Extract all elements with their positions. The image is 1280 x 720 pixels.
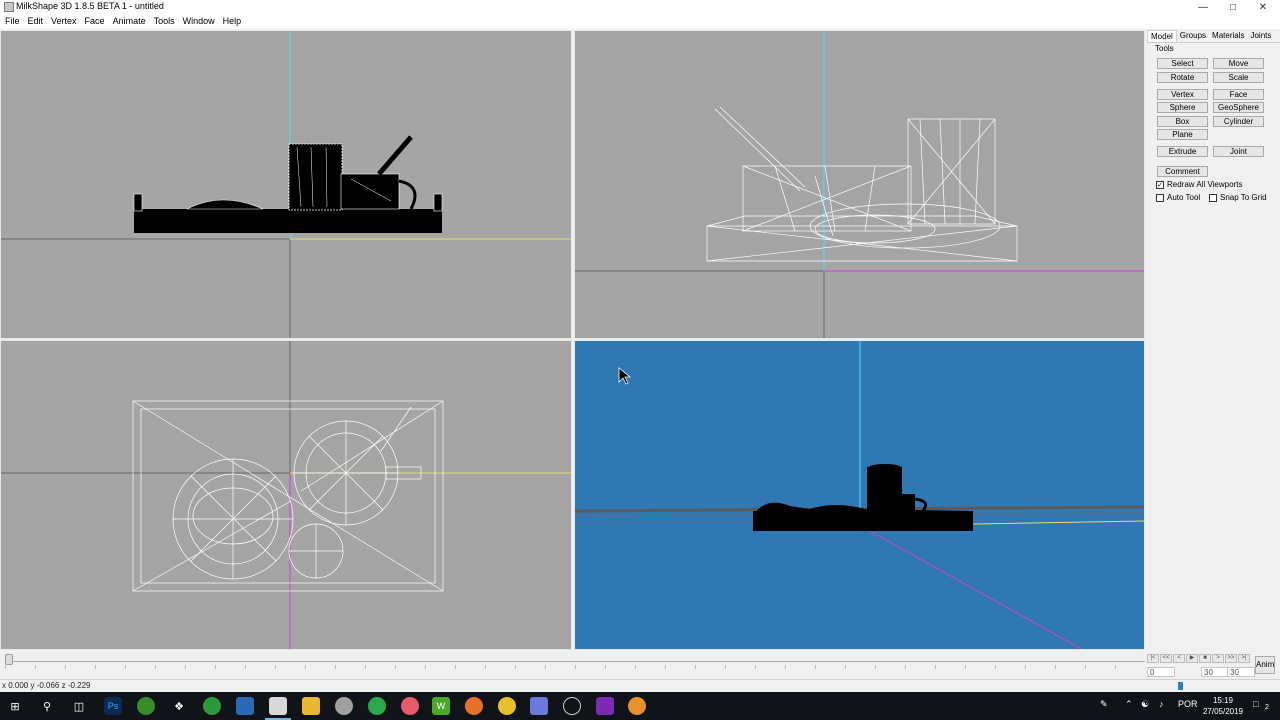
status-bar: x 0.000 y -0.066 z -0.229	[0, 679, 1280, 692]
last-frame-icon[interactable]: >|	[1238, 654, 1250, 663]
extrude-button[interactable]: Extrude	[1157, 146, 1208, 157]
model-3d-shaded	[753, 464, 973, 531]
timeline-slider-handle[interactable]	[5, 654, 13, 665]
joint-button[interactable]: Joint	[1213, 146, 1264, 157]
file-explorer-icon[interactable]	[302, 697, 320, 715]
sphere-button[interactable]: Sphere	[1157, 102, 1208, 113]
menu-vertex[interactable]: Vertex	[51, 15, 77, 29]
app-bird-icon[interactable]	[335, 697, 353, 715]
blender-icon[interactable]	[628, 697, 646, 715]
auto-tool-checkbox[interactable]: Auto Tool	[1156, 193, 1200, 202]
tab-groups[interactable]: Groups	[1177, 30, 1209, 42]
model-top-wireframe	[132, 400, 444, 592]
play-icon[interactable]: ▶	[1186, 654, 1198, 663]
milkshape-app-icon	[4, 2, 14, 12]
viewport-top[interactable]	[0, 340, 572, 650]
network-icon[interactable]: ☯	[1141, 699, 1149, 710]
comment-button[interactable]: Comment	[1157, 166, 1208, 177]
cylinder-button[interactable]: Cylinder	[1213, 116, 1264, 127]
timeline-track[interactable]	[5, 661, 1145, 662]
viewport-side[interactable]	[574, 30, 1145, 339]
windows-taskbar: ⊞ ⚲ ◫ Ps ❖ W ✎ ⌃ ☯ ♪ POR 15:19 27/05/201…	[0, 692, 1280, 720]
clock[interactable]: 15:19 27/05/2019	[1198, 695, 1248, 717]
geosphere-button[interactable]: GeoSphere	[1213, 102, 1264, 113]
redraw-all-viewports-checkbox[interactable]: ✓ Redraw All Viewports	[1156, 180, 1242, 189]
search-icon[interactable]: ⚲	[38, 697, 56, 715]
menu-help[interactable]: Help	[223, 15, 242, 29]
stop-icon[interactable]: ■	[1199, 654, 1211, 663]
tab-model[interactable]: Model	[1147, 30, 1177, 42]
pen-icon[interactable]: ✎	[1100, 699, 1108, 710]
steam-icon[interactable]	[563, 697, 581, 715]
task-view-icon[interactable]: ◫	[70, 697, 88, 715]
model-front-wireframe	[133, 135, 443, 233]
menu-animate[interactable]: Animate	[113, 15, 146, 29]
scale-button[interactable]: Scale	[1213, 72, 1264, 83]
tab-joints[interactable]: Joints	[1247, 30, 1274, 42]
viewport-front[interactable]	[0, 30, 572, 339]
vertex-button[interactable]: Vertex	[1157, 89, 1208, 100]
first-frame-icon[interactable]: |<	[1147, 654, 1159, 663]
menu-face[interactable]: Face	[85, 15, 105, 29]
window-title: MilkShape 3D 1.8.5 BETA 1 - untitled	[16, 1, 164, 11]
app-blue-icon[interactable]	[236, 697, 254, 715]
plane-button[interactable]: Plane	[1157, 129, 1208, 140]
animation-timeline: |< << < ▶ ■ > >> >| 0 30 30 Anim	[0, 651, 1280, 679]
checkbox-checked-icon: ✓	[1156, 180, 1164, 189]
checkbox-icon	[1156, 193, 1164, 202]
rotate-button[interactable]: Rotate	[1157, 72, 1208, 83]
title-bar: MilkShape 3D 1.8.5 BETA 1 - untitled — □…	[0, 0, 1280, 15]
app-red-icon[interactable]	[401, 697, 419, 715]
frame-slider-handle[interactable]	[1178, 682, 1183, 690]
select-button[interactable]: Select	[1157, 58, 1208, 69]
anim-button[interactable]: Anim	[1255, 656, 1275, 674]
mouse-cursor-icon	[618, 367, 632, 385]
prev-frame-icon[interactable]: <	[1173, 654, 1185, 663]
menu-file[interactable]: File	[5, 15, 20, 29]
start-frame-field[interactable]: 0	[1147, 667, 1175, 677]
current-frame-field[interactable]: 30	[1201, 667, 1229, 677]
notification-count: 2	[1265, 704, 1269, 711]
language-indicator[interactable]: POR	[1178, 699, 1198, 709]
box-button[interactable]: Box	[1157, 116, 1208, 127]
prev-key-icon[interactable]: <<	[1160, 654, 1172, 663]
app-globe-icon[interactable]	[203, 697, 221, 715]
menu-tools[interactable]: Tools	[154, 15, 175, 29]
snap-to-grid-checkbox[interactable]: Snap To Grid	[1209, 193, 1267, 202]
chrome-icon[interactable]	[498, 697, 516, 715]
firefox-icon[interactable]	[465, 697, 483, 715]
app-cube-icon[interactable]: ❖	[170, 697, 188, 715]
notification-icon[interactable]: □	[1253, 699, 1258, 709]
app-purple-icon[interactable]	[596, 697, 614, 715]
windows-start-icon[interactable]: ⊞	[6, 697, 24, 715]
next-key-icon[interactable]: >>	[1225, 654, 1237, 663]
tools-group-label: Tools	[1155, 44, 1174, 53]
model-side-wireframe	[706, 106, 1018, 262]
panel-tabs: Model Groups Materials Joints	[1147, 30, 1280, 43]
close-icon[interactable]: ✕	[1248, 0, 1278, 15]
maximize-icon[interactable]: □	[1218, 0, 1248, 15]
tool-panel: Model Groups Materials Joints Tools Sele…	[1147, 30, 1280, 650]
viewport-3d[interactable]	[574, 340, 1145, 650]
minimize-icon[interactable]: —	[1188, 0, 1218, 15]
photoshop-icon[interactable]: Ps	[104, 697, 122, 715]
discord-icon[interactable]	[530, 697, 548, 715]
end-frame-field[interactable]: 30	[1227, 667, 1255, 677]
app-w-icon[interactable]: W	[432, 697, 450, 715]
move-button[interactable]: Move	[1213, 58, 1264, 69]
menu-window[interactable]: Window	[183, 15, 215, 29]
menu-bar: File Edit Vertex Face Animate Tools Wind…	[0, 15, 1280, 29]
app-green-icon[interactable]	[137, 697, 155, 715]
timeline-ticks	[5, 665, 1145, 669]
app-leaf-icon[interactable]	[368, 697, 386, 715]
menu-edit[interactable]: Edit	[28, 15, 44, 29]
tray-chevron-icon[interactable]: ⌃	[1125, 699, 1133, 710]
cursor-coordinates: x 0.000 y -0.066 z -0.229	[2, 681, 91, 690]
checkbox-icon	[1209, 193, 1217, 202]
milkshape-taskbar-icon[interactable]	[269, 697, 287, 715]
volume-icon[interactable]: ♪	[1159, 699, 1164, 709]
next-frame-icon[interactable]: >	[1212, 654, 1224, 663]
face-button[interactable]: Face	[1213, 89, 1264, 100]
tab-materials[interactable]: Materials	[1209, 30, 1247, 42]
